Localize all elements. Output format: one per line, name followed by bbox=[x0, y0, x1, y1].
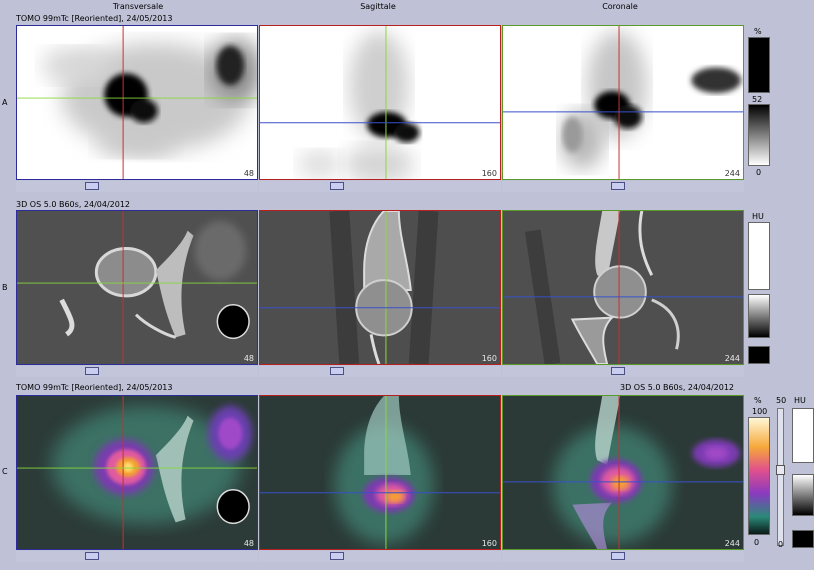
fusion-slider-handle[interactable] bbox=[776, 465, 785, 475]
slice-number: 160 bbox=[481, 539, 497, 548]
slice-slider-icon[interactable] bbox=[85, 182, 99, 190]
scale-b-bottom-bar bbox=[748, 346, 770, 364]
scale-c-ct-top bbox=[792, 408, 814, 463]
slice-number: 244 bbox=[724, 354, 740, 363]
slider-b-transversal[interactable] bbox=[16, 366, 258, 377]
slice-slider-icon[interactable] bbox=[85, 552, 99, 560]
view-b-sagittal[interactable]: 160 bbox=[259, 210, 501, 365]
row-c-title: TOMO 99mTc [Reoriented], 24/05/2013 bbox=[16, 383, 173, 392]
row-c-title-right: 3D OS 5.0 B60s, 24/04/2012 bbox=[620, 383, 735, 392]
scale-c-bottom: 0 bbox=[754, 538, 760, 547]
scale-c-ct-unit: HU bbox=[794, 396, 806, 405]
view-a-sagittal[interactable]: 160 bbox=[259, 25, 501, 180]
scale-a-unit: % bbox=[754, 27, 762, 36]
fusion-slider[interactable] bbox=[776, 408, 785, 546]
slider-a-coronal[interactable] bbox=[502, 181, 744, 192]
scale-c-ct-bottom bbox=[792, 530, 814, 548]
slider-c-coronal[interactable] bbox=[502, 551, 744, 562]
row-c-label: C bbox=[2, 467, 8, 476]
slice-number: 48 bbox=[243, 169, 254, 178]
row-a-title: TOMO 99mTc [Reoriented], 24/05/2013 bbox=[16, 14, 173, 23]
slice-slider-icon[interactable] bbox=[611, 182, 625, 190]
column-header-coronale: Coronale bbox=[602, 2, 638, 11]
scale-c-top: 100 bbox=[752, 407, 768, 416]
slice-slider-icon[interactable] bbox=[330, 367, 344, 375]
scale-a-bottom: 0 bbox=[756, 168, 762, 177]
slider-a-transversal[interactable] bbox=[16, 181, 258, 192]
scale-b-gradient[interactable] bbox=[748, 294, 770, 338]
scale-a-top-bar bbox=[748, 37, 770, 93]
view-a-coronal[interactable]: 244 bbox=[502, 25, 744, 180]
column-header-sagittale: Sagittale bbox=[360, 2, 396, 11]
view-c-sagittal[interactable]: 160 bbox=[259, 395, 501, 550]
slice-slider-icon[interactable] bbox=[330, 182, 344, 190]
viewer-window: Transversale Sagittale Coronale TOMO 99m… bbox=[0, 0, 814, 570]
view-b-transversal[interactable]: 48 bbox=[16, 210, 258, 365]
slice-slider-icon[interactable] bbox=[330, 552, 344, 560]
slice-slider-icon[interactable] bbox=[611, 552, 625, 560]
column-header-transversale: Transversale bbox=[112, 2, 164, 11]
scale-a-mid: 52 bbox=[752, 95, 763, 104]
slider-b-sagittal[interactable] bbox=[259, 366, 501, 377]
row-b-title: 3D OS 5.0 B60s, 24/04/2012 bbox=[16, 200, 131, 209]
slice-number: 160 bbox=[481, 169, 497, 178]
scale-c-gradient[interactable] bbox=[748, 417, 770, 535]
slice-number: 48 bbox=[243, 354, 254, 363]
scale-c-ct-gradient[interactable] bbox=[792, 474, 814, 516]
view-c-coronal[interactable]: 244 bbox=[502, 395, 744, 550]
slice-slider-icon[interactable] bbox=[85, 367, 99, 375]
slice-slider-icon[interactable] bbox=[611, 367, 625, 375]
row-b-label: B bbox=[2, 283, 8, 292]
slice-number: 160 bbox=[481, 354, 497, 363]
view-c-transversal[interactable]: 48 bbox=[16, 395, 258, 550]
fusion-slider-top: 50 bbox=[776, 396, 787, 405]
slider-b-coronal[interactable] bbox=[502, 366, 744, 377]
scale-c-unit: % bbox=[754, 396, 762, 405]
slice-number: 48 bbox=[243, 539, 254, 548]
scale-a-gradient[interactable] bbox=[748, 104, 770, 166]
fusion-slider-bottom: 0 bbox=[778, 540, 784, 549]
scale-b-unit: HU bbox=[752, 212, 764, 221]
slice-number: 244 bbox=[724, 539, 740, 548]
scale-b-top-bar bbox=[748, 222, 770, 290]
slice-number: 244 bbox=[724, 169, 740, 178]
row-a-label: A bbox=[2, 98, 8, 107]
slider-a-sagittal[interactable] bbox=[259, 181, 501, 192]
view-a-transversal[interactable]: 48 bbox=[16, 25, 258, 180]
view-b-coronal[interactable]: 244 bbox=[502, 210, 744, 365]
slider-c-transversal[interactable] bbox=[16, 551, 258, 562]
slider-c-sagittal[interactable] bbox=[259, 551, 501, 562]
